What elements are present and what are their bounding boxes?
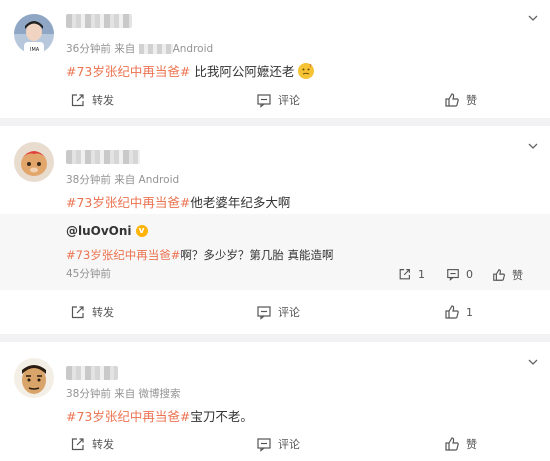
repost-icon: [71, 94, 84, 107]
quoted-like-button[interactable]: 赞: [492, 267, 523, 283]
post-text: #73岁张纪中再当爸#宝刀不老。: [66, 406, 253, 425]
topic-link[interactable]: #73岁张纪中再当爸#: [66, 248, 180, 262]
avatar[interactable]: [14, 358, 54, 398]
comment-icon: [257, 438, 271, 452]
quoted-repost-button[interactable]: 1: [398, 267, 425, 281]
post-meta: 36分钟前 来自 Android: [66, 41, 213, 56]
comment-button[interactable]: 评论: [256, 304, 300, 320]
chevron-down-icon[interactable]: [528, 141, 538, 151]
comment-label: 评论: [278, 306, 300, 319]
repost-icon: [399, 269, 410, 280]
post-body: 他老婆年纪多大啊: [190, 195, 291, 210]
repost-button[interactable]: 转发: [70, 436, 114, 452]
like-label: 赞: [466, 438, 477, 451]
quoted-comment-button[interactable]: 0: [446, 267, 473, 281]
repost-icon: [71, 438, 84, 451]
repost-button[interactable]: 转发: [70, 92, 114, 108]
thumbs-up-icon: [445, 305, 459, 319]
quoted-repost-count: 1: [418, 267, 425, 281]
thumbs-up-icon: [445, 437, 459, 451]
post-source: 来自 Android: [114, 174, 180, 186]
comment-label: 评论: [278, 438, 300, 451]
svg-text:?: ?: [309, 64, 312, 70]
chevron-down-icon[interactable]: [528, 13, 538, 23]
like-button[interactable]: 1: [444, 304, 473, 320]
comment-icon: [257, 94, 271, 108]
comment-button[interactable]: 评论: [256, 436, 300, 452]
quoted-like-label: 赞: [512, 269, 523, 282]
svg-text:IMA: IMA: [30, 47, 40, 53]
like-button[interactable]: 赞: [444, 92, 477, 108]
quoted-author[interactable]: @luOvOni v: [66, 224, 148, 238]
post-text: #73岁张纪中再当爸# 比我阿公阿嬷还老 ?: [66, 61, 315, 80]
topic-link[interactable]: #73岁张纪中再当爸#: [66, 64, 190, 79]
quoted-actions: 1 0 赞: [0, 267, 550, 283]
post-separator: [0, 334, 550, 342]
quoted-body: 啊？多少岁？第几胎 真能造啊: [180, 248, 334, 262]
post-time: 38分钟前: [66, 174, 111, 186]
username-redacted[interactable]: [66, 150, 140, 164]
like-button[interactable]: 赞: [444, 436, 477, 452]
post-time: 38分钟前: [66, 388, 111, 400]
like-label: 赞: [466, 94, 477, 107]
repost-button[interactable]: 转发: [70, 304, 114, 320]
quoted-author-name: @luOvOni: [66, 224, 132, 238]
post-actions: 转发 评论 1: [0, 304, 550, 324]
post-actions: 转发 评论 赞: [0, 436, 550, 456]
post-meta: 38分钟前 来自 微博搜索: [66, 386, 181, 401]
thinking-face-emoji: ?: [298, 63, 315, 79]
feed-post: 38分钟前 来自 Android #73岁张纪中再当爸#他老婆年纪多大啊 @lu…: [0, 126, 550, 334]
post-meta: 38分钟前 来自 Android: [66, 172, 179, 187]
source-redacted: [138, 44, 173, 54]
post-source-label: 来自: [114, 43, 139, 55]
repost-label: 转发: [92, 94, 114, 107]
quoted-post[interactable]: @luOvOni v #73岁张纪中再当爸#啊？多少岁？第几胎 真能造啊 45分…: [0, 214, 550, 290]
repost-label: 转发: [92, 438, 114, 451]
thumbs-up-icon: [493, 269, 505, 281]
post-body: 宝刀不老。: [190, 409, 253, 424]
repost-icon: [71, 306, 84, 319]
repost-label: 转发: [92, 306, 114, 319]
avatar[interactable]: IMA: [14, 14, 54, 54]
topic-link[interactable]: #73岁张纪中再当爸#: [66, 195, 190, 210]
post-time: 36分钟前: [66, 43, 111, 55]
quoted-text: #73岁张纪中再当爸#啊？多少岁？第几胎 真能造啊: [66, 247, 334, 263]
feed-post: IMA 36分钟前 来自 Android #73岁张纪中再当爸# 比我阿公阿嬷还…: [0, 0, 550, 118]
comment-button[interactable]: 评论: [256, 92, 300, 108]
topic-link[interactable]: #73岁张纪中再当爸#: [66, 409, 190, 424]
post-source-app: Android: [172, 43, 214, 55]
username-redacted[interactable]: [66, 366, 118, 380]
verified-badge-icon: v: [135, 225, 148, 237]
thumbs-up-icon: [445, 93, 459, 107]
comment-icon: [257, 306, 271, 320]
post-separator: [0, 118, 550, 126]
like-count: 1: [466, 305, 473, 319]
post-text: #73岁张纪中再当爸#他老婆年纪多大啊: [66, 192, 290, 211]
post-body: 比我阿公阿嬷还老: [190, 64, 295, 79]
comment-label: 评论: [278, 94, 300, 107]
post-actions: 转发 评论 赞: [0, 92, 550, 112]
feed-post: 38分钟前 来自 微博搜索 #73岁张纪中再当爸#宝刀不老。 转发 评论 赞: [0, 342, 550, 461]
chevron-down-icon[interactable]: [528, 357, 538, 367]
username-redacted[interactable]: [66, 14, 132, 28]
comment-icon: [447, 269, 459, 281]
avatar[interactable]: [14, 142, 54, 182]
post-source: 来自 微博搜索: [114, 388, 181, 400]
quoted-comment-count: 0: [466, 267, 473, 281]
